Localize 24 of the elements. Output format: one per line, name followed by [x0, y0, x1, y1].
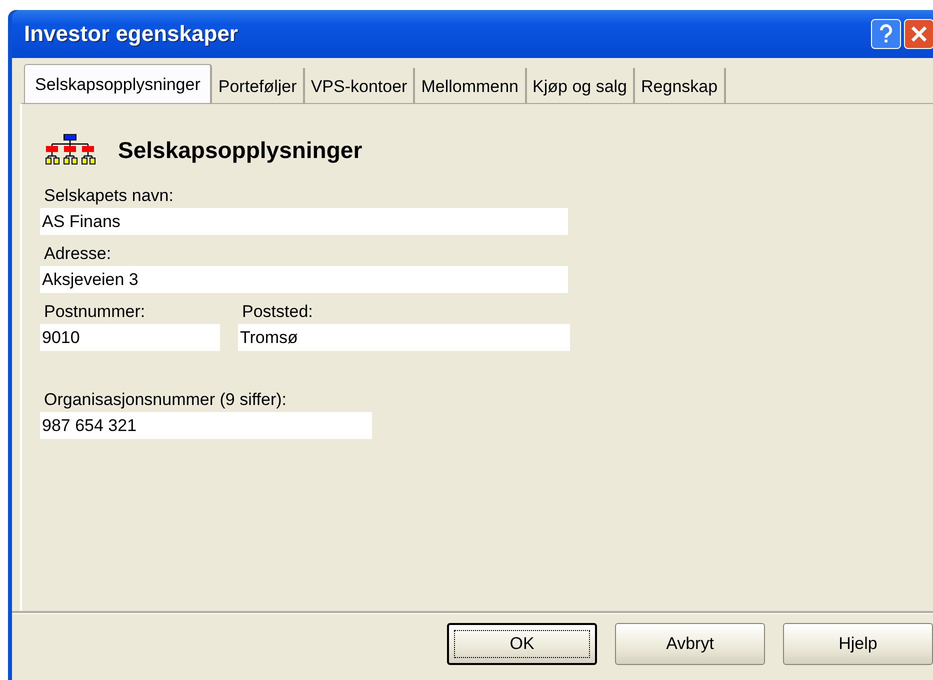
- input-field[interactable]: Tromsø: [238, 324, 570, 351]
- dialog-button[interactable]: Hjelp: [783, 623, 933, 665]
- field-label: Selskapets navn:: [44, 186, 174, 206]
- section-heading: Selskapsopplysninger: [118, 136, 362, 164]
- tab[interactable]: Porteføljer: [212, 68, 305, 103]
- field-label: Organisasjonsnummer (9 siffer):: [44, 390, 288, 410]
- tab[interactable]: Selskapsopplysninger: [24, 64, 212, 103]
- input-field[interactable]: AS Finans: [40, 208, 568, 235]
- field-label: Adresse:: [44, 244, 112, 264]
- input-field[interactable]: Aksjeveien 3: [40, 266, 568, 293]
- org-chart-icon: [44, 134, 96, 166]
- help-icon[interactable]: [871, 19, 901, 49]
- window-title: Investor egenskaper: [24, 21, 239, 47]
- tab[interactable]: Kjøp og salg: [526, 68, 636, 103]
- tab[interactable]: VPS-kontoer: [304, 68, 416, 103]
- input-field[interactable]: 987 654 321: [40, 412, 372, 439]
- close-icon[interactable]: [904, 19, 933, 49]
- tab[interactable]: Regnskap: [635, 68, 726, 103]
- field-label: Postnummer:: [44, 302, 146, 322]
- dialog-button[interactable]: Avbryt: [615, 623, 765, 665]
- tab[interactable]: Mellommenn: [415, 68, 527, 103]
- field-label: Poststed:: [242, 302, 314, 322]
- dialog-button[interactable]: OK: [447, 623, 597, 665]
- input-field[interactable]: 9010: [40, 324, 220, 351]
